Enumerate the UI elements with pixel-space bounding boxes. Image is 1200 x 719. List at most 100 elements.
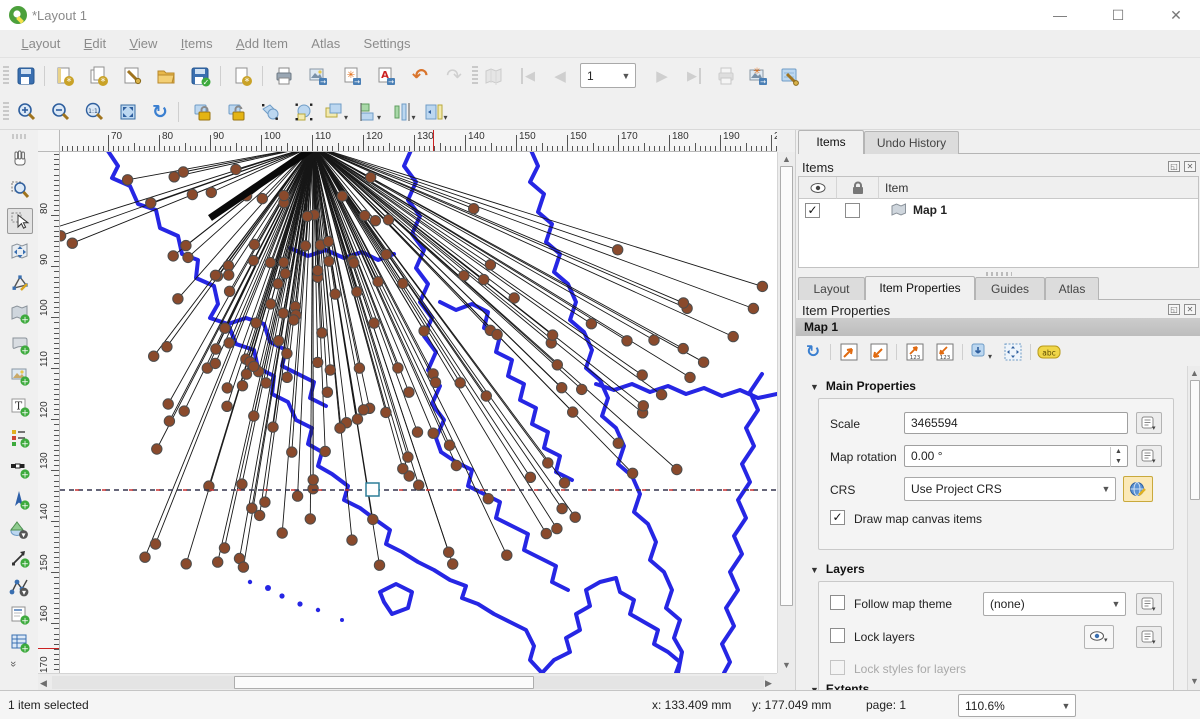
scroll-down-arrow[interactable]: ▼ <box>778 660 795 670</box>
maximize-button[interactable]: ☐ <box>1098 4 1138 26</box>
horizontal-scroll-thumb[interactable] <box>234 676 534 689</box>
export-atlas-button[interactable]: ✳→ <box>744 62 772 90</box>
layout-manager-button[interactable] <box>118 62 146 90</box>
item-properties-float-icon[interactable]: ◱ <box>1168 304 1180 315</box>
item-properties-close-icon[interactable]: ✕ <box>1184 304 1196 315</box>
vertical-scroll-thumb[interactable] <box>780 166 793 606</box>
scale-input[interactable]: 3465594 <box>904 412 1128 434</box>
menu-items[interactable]: Items <box>171 30 223 57</box>
add-pages-button[interactable]: * <box>228 62 256 90</box>
select-move-item-tool[interactable] <box>7 208 33 234</box>
rotation-spinner[interactable]: ▲▼ <box>1110 447 1126 467</box>
layout-canvas[interactable] <box>60 152 777 673</box>
add-arrow-tool[interactable]: + <box>7 545 33 571</box>
save-as-template-button[interactable]: ✓ <box>186 62 214 90</box>
crs-combo[interactable]: Use Project CRS▼ <box>904 477 1116 501</box>
menu-atlas[interactable]: Atlas <box>301 30 350 57</box>
lock-layers-checkbox[interactable] <box>830 628 845 643</box>
toolbar-grip[interactable] <box>472 66 478 86</box>
export-pdf-button[interactable]: A→ <box>372 62 400 90</box>
zoom-full-button[interactable] <box>114 98 142 126</box>
zoom-tool[interactable] <box>7 177 33 203</box>
atlas-previous-button[interactable]: ◀ <box>546 62 574 90</box>
lock-styles-checkbox[interactable] <box>830 660 845 675</box>
lock-items-button[interactable] <box>188 98 216 126</box>
raise-items-button[interactable]: ▾ <box>322 98 350 126</box>
edit-nodes-item-tool[interactable] <box>7 270 33 296</box>
add-label-tool[interactable]: T+ <box>7 394 33 420</box>
resize-items-button[interactable]: ▾ <box>422 98 450 126</box>
align-items-button[interactable]: ▾ <box>356 98 384 126</box>
atlas-page-combo[interactable]: 1▼ <box>580 63 636 88</box>
more-tools-chevron[interactable]: » <box>7 661 19 667</box>
crs-select-button[interactable] <box>1123 476 1153 502</box>
scale-override-button[interactable]: ▾ <box>1136 412 1162 434</box>
map-rotation-input[interactable]: 0.00 ° ▲▼ <box>904 445 1128 467</box>
properties-scrollbar[interactable]: ▲ ▼ <box>1187 366 1200 690</box>
open-template-button[interactable] <box>152 62 180 90</box>
atlas-preview-button[interactable] <box>480 62 508 90</box>
items-panel-close-icon[interactable]: ✕ <box>1184 161 1196 172</box>
add-north-arrow-tool[interactable]: + <box>7 487 33 513</box>
scroll-right-arrow[interactable]: ▶ <box>765 678 772 689</box>
map1-lock-checkbox[interactable] <box>845 203 860 218</box>
print-button[interactable] <box>270 62 298 90</box>
export-image-button[interactable]: → <box>304 62 332 90</box>
dock-splitter-grip[interactable] <box>986 272 1012 276</box>
tab-atlas[interactable]: Atlas <box>1045 277 1099 300</box>
add-3d-map-tool[interactable]: + <box>7 332 33 358</box>
scroll-left-arrow[interactable]: ◀ <box>40 678 47 689</box>
toolbar-grip[interactable] <box>3 102 9 122</box>
rotation-override-button[interactable]: ▾ <box>1136 445 1162 467</box>
toolbar-grip[interactable] <box>3 66 9 86</box>
print-atlas-button[interactable] <box>712 62 740 90</box>
tab-undo-history[interactable]: Undo History <box>864 131 959 154</box>
theme-override-button[interactable]: ▾ <box>1136 593 1162 615</box>
labeling-settings-button[interactable]: abc <box>1036 340 1062 364</box>
close-button[interactable]: ✕ <box>1156 4 1196 26</box>
move-item-content-tool[interactable] <box>7 239 33 265</box>
view-extent-in-canvas-button[interactable] <box>866 340 892 364</box>
canvas-horizontal-scrollbar[interactable]: ◀ ▶ <box>38 673 777 690</box>
follow-map-theme-checkbox[interactable] <box>830 595 845 610</box>
draw-map-canvas-items-checkbox[interactable]: ✓ <box>830 510 845 525</box>
scroll-up-arrow[interactable]: ▲ <box>1188 368 1200 378</box>
set-scale-to-canvas-button[interactable]: 123 <box>902 340 928 364</box>
add-scalebar-tool[interactable]: + <box>7 456 33 482</box>
move-content-button[interactable]: ▾ <box>968 340 994 364</box>
items-row-map1[interactable]: ✓ Map 1 <box>799 199 1198 223</box>
atlas-last-button[interactable]: ▶ <box>680 62 708 90</box>
add-attribute-table-tool[interactable]: + <box>7 630 33 656</box>
zoom-level-combo[interactable]: 110.6%▼ <box>958 694 1076 717</box>
map-item[interactable] <box>60 152 777 673</box>
set-map-extent-to-canvas-button[interactable] <box>836 340 862 364</box>
main-properties-section-header[interactable]: ▼Main Properties <box>810 379 916 393</box>
lock-layers-override-button[interactable]: ▾ <box>1136 626 1162 648</box>
items-panel-float-icon[interactable]: ◱ <box>1168 161 1180 172</box>
extents-section-header[interactable]: ▼Extents <box>810 682 869 690</box>
layer-visibility-button[interactable]: ▾ <box>1084 625 1114 649</box>
minimize-button[interactable]: — <box>1040 4 1080 26</box>
menu-layout[interactable]: Layout <box>11 30 70 57</box>
canvas-vertical-scrollbar[interactable]: ▲ ▼ <box>777 152 795 673</box>
menu-settings[interactable]: Settings <box>354 30 421 57</box>
atlas-next-button[interactable]: ▶ <box>648 62 676 90</box>
ungroup-items-button[interactable] <box>290 98 318 126</box>
refresh-button[interactable]: ↻ <box>146 98 174 126</box>
map-theme-combo[interactable]: (none)▼ <box>983 592 1126 616</box>
new-layout-button[interactable]: * <box>50 62 78 90</box>
tab-layout[interactable]: Layout <box>798 277 865 300</box>
add-map-tool[interactable]: + <box>7 301 33 327</box>
map1-visibility-checkbox[interactable]: ✓ <box>805 203 820 218</box>
atlas-settings-button[interactable] <box>776 62 804 90</box>
view-scale-in-canvas-button[interactable]: 123 <box>932 340 958 364</box>
zoom-actual-button[interactable]: 1:1 <box>80 98 108 126</box>
add-html-tool[interactable]: + <box>7 602 33 628</box>
add-node-item-tool[interactable]: ▾ <box>7 574 33 600</box>
add-legend-tool[interactable]: + <box>7 425 33 451</box>
group-items-button[interactable] <box>256 98 284 126</box>
duplicate-layout-button[interactable]: * <box>84 62 112 90</box>
menu-view[interactable]: View <box>119 30 167 57</box>
menu-add-item[interactable]: Add Item <box>226 30 298 57</box>
zoom-in-button[interactable] <box>12 98 40 126</box>
